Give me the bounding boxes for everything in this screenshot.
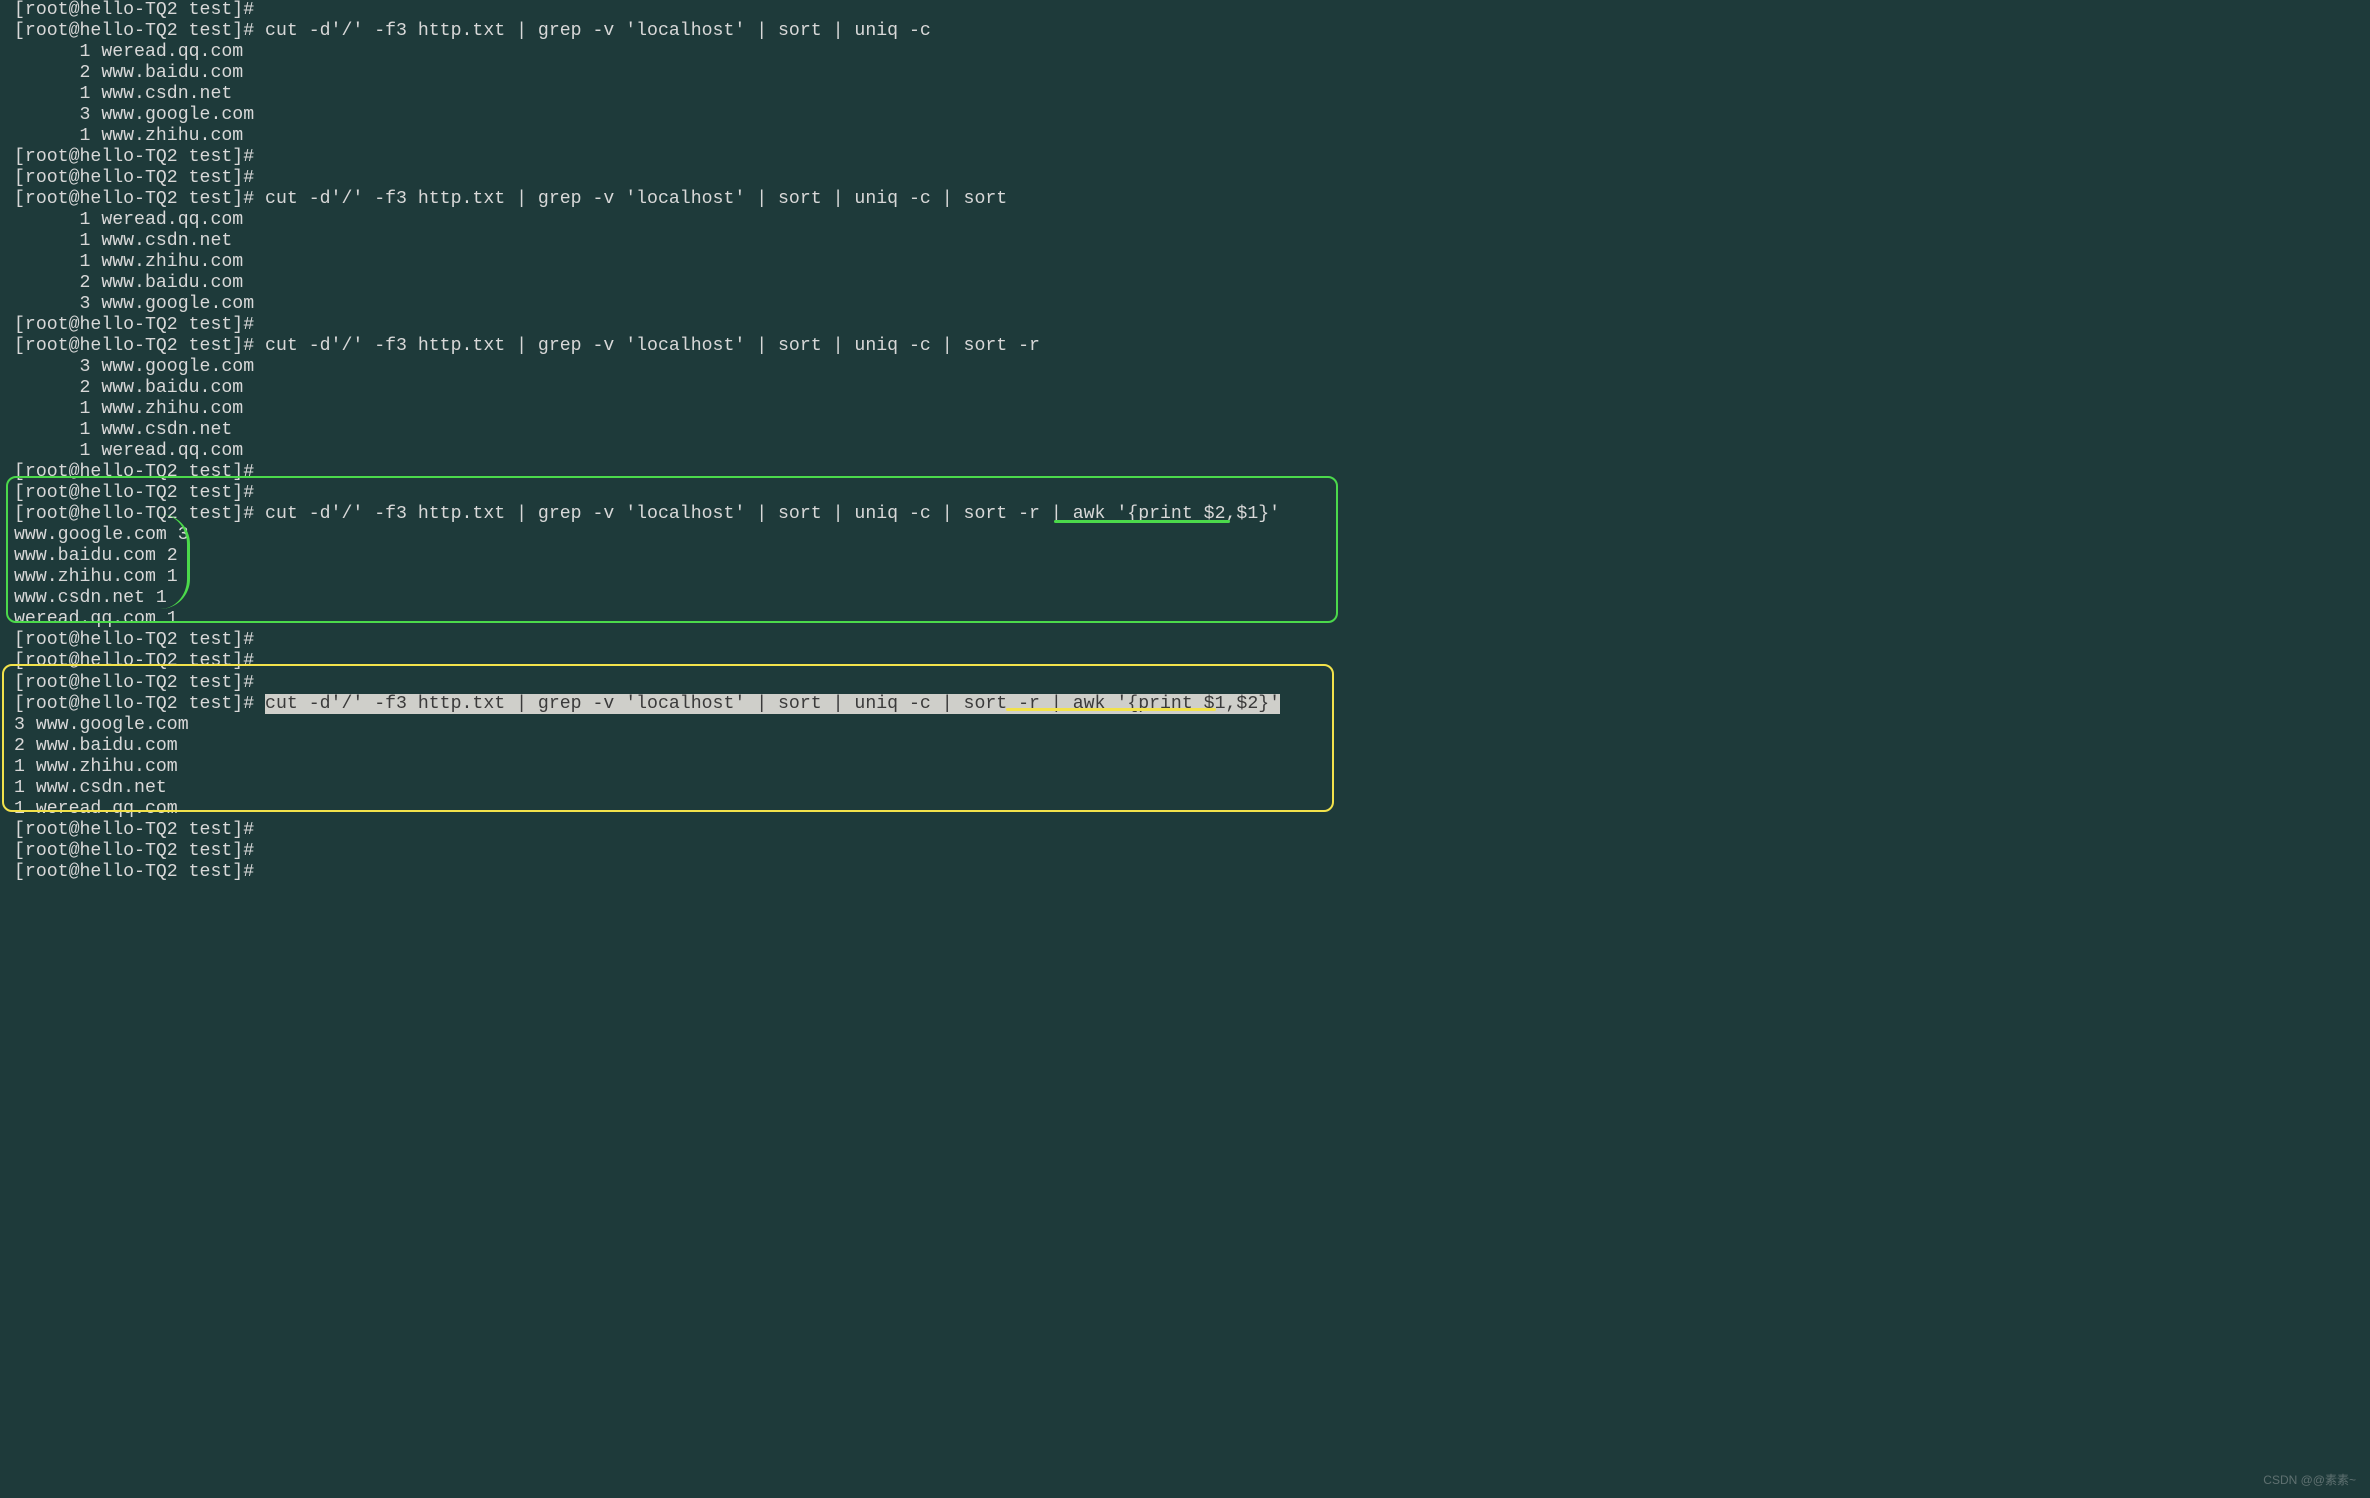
output-line: 3 www.google.com [14,357,2356,378]
prompt-line: [root@hello-TQ2 test]# [14,820,2356,841]
output-line: 2 www.baidu.com [14,378,2356,399]
output-line: 1 www.csdn.net [14,84,2356,105]
output-line: 1 weread.qq.com [14,42,2356,63]
output-line: www.zhihu.com 1 [14,567,2356,588]
output-line: 1 weread.qq.com [14,441,2356,462]
prompt-line: [root@hello-TQ2 test]# [14,651,2356,672]
output-line: 1 www.csdn.net [14,231,2356,252]
output-line: 1 www.csdn.net [14,420,2356,441]
prompt-line: [root@hello-TQ2 test]# [14,168,2356,189]
output-line: 2 www.baidu.com [14,63,2356,84]
output-line: 2 www.baidu.com [14,273,2356,294]
output-line: 2 www.baidu.com [14,736,2356,757]
output-line: 1 www.zhihu.com [14,757,2356,778]
prompt-line: [root@hello-TQ2 test]# [14,841,2356,862]
output-line: www.csdn.net 1 [14,588,2356,609]
command-line: [root@hello-TQ2 test]# cut -d'/' -f3 htt… [14,504,2356,525]
output-line: 1 weread.qq.com [14,210,2356,231]
command-line: [root@hello-TQ2 test]# cut -d'/' -f3 htt… [14,21,2356,42]
output-line: www.google.com 3 [14,525,2356,546]
output-line: 1 www.zhihu.com [14,399,2356,420]
prompt-line: [root@hello-TQ2 test]# [14,462,2356,483]
terminal-window[interactable]: [root@hello-TQ2 test]# [root@hello-TQ2 t… [0,0,2370,883]
output-line: 3 www.google.com [14,715,2356,736]
output-line: www.baidu.com 2 [14,546,2356,567]
selected-command: cut -d'/' -f3 http.txt | grep -v 'localh… [265,694,1280,714]
output-line: 3 www.google.com [14,105,2356,126]
prompt-line: [root@hello-TQ2 test]# [14,862,2356,883]
command-line: [root@hello-TQ2 test]# cut -d'/' -f3 htt… [14,189,2356,210]
command-line: [root@hello-TQ2 test]# cut -d'/' -f3 htt… [14,336,2356,357]
prompt-line: [root@hello-TQ2 test]# [14,147,2356,168]
prompt-line: [root@hello-TQ2 test]# [14,315,2356,336]
prompt-line: [root@hello-TQ2 test]# [14,483,2356,504]
output-line: 1 weread.qq.com [14,799,2356,820]
watermark: CSDN @@素素~ [2263,1474,2356,1488]
command-line: [root@hello-TQ2 test]# cut -d'/' -f3 htt… [14,694,2356,715]
output-line: 3 www.google.com [14,294,2356,315]
prompt-line: [root@hello-TQ2 test]# [14,673,2356,694]
output-line: 1 www.zhihu.com [14,252,2356,273]
output-line: 1 www.csdn.net [14,778,2356,799]
prompt-line: [root@hello-TQ2 test]# [14,0,2356,21]
output-line: weread.qq.com 1 [14,609,2356,630]
prompt-line: [root@hello-TQ2 test]# [14,630,2356,651]
output-line: 1 www.zhihu.com [14,126,2356,147]
